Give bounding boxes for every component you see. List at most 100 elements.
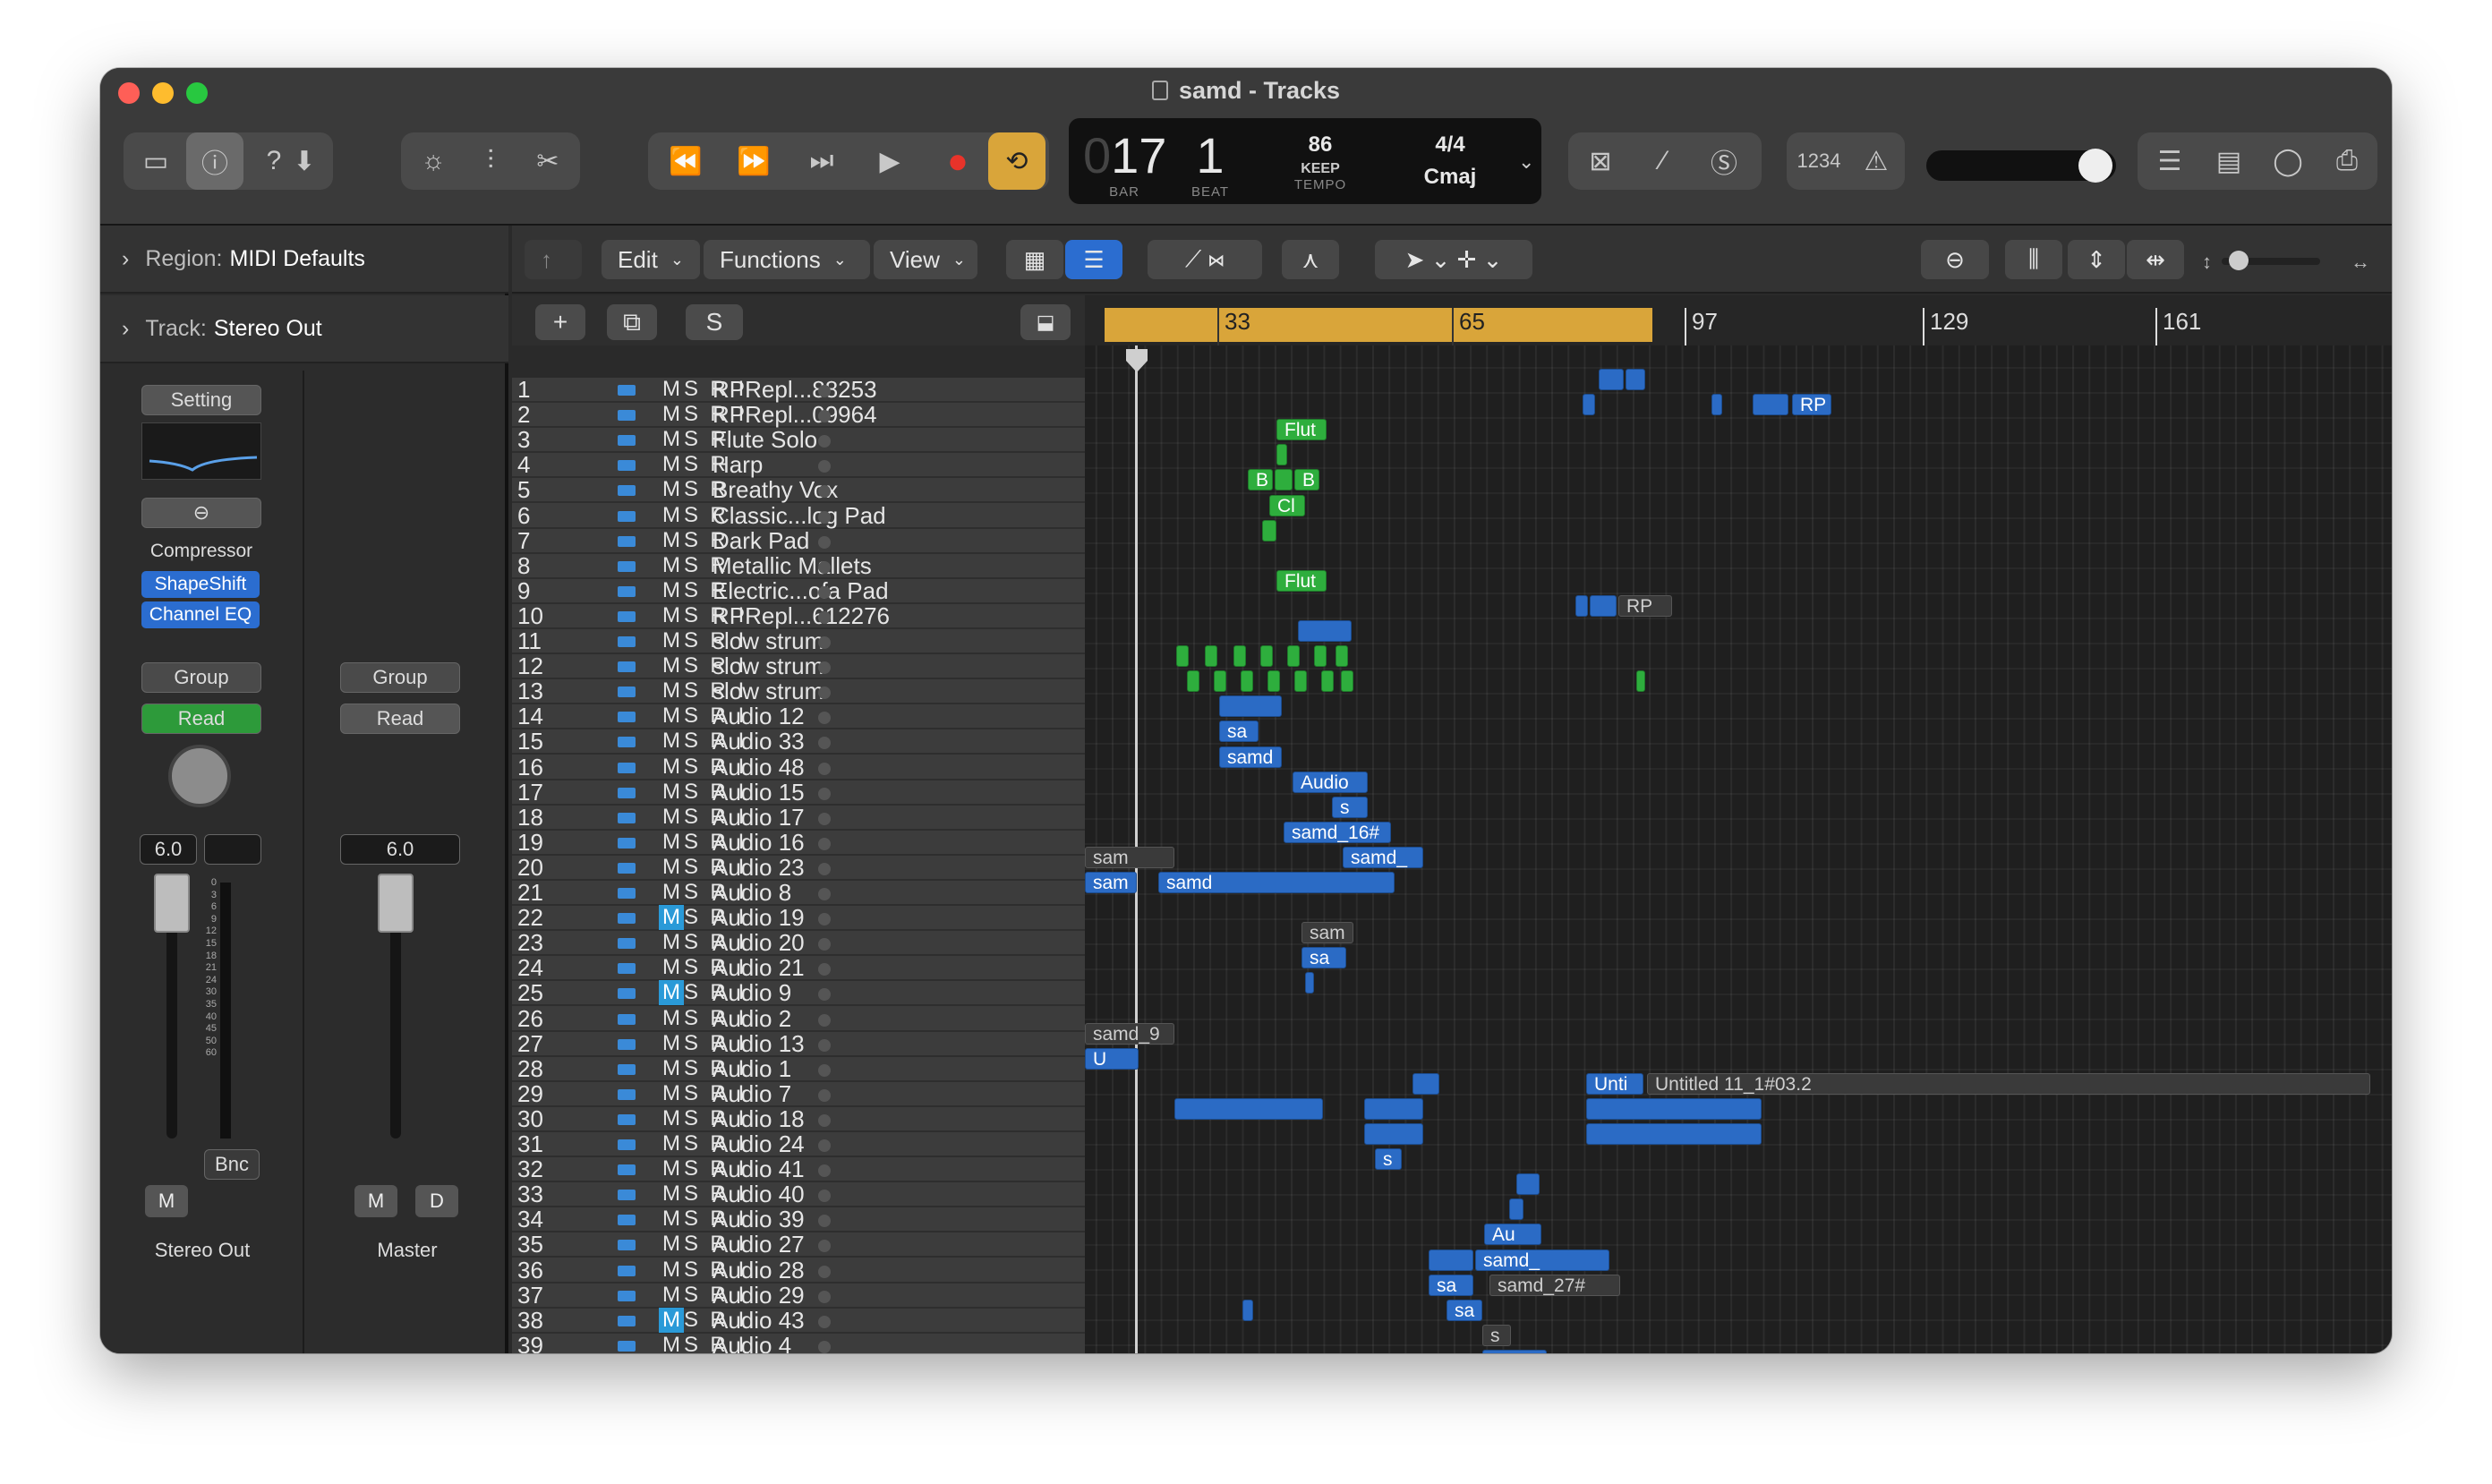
add-track-button[interactable]: + [535,304,585,340]
midi-region[interactable]: Flut [1276,569,1327,592]
audio-region[interactable]: s [1332,796,1368,818]
track-row[interactable]: 16 M S R I Audio 48 [512,755,1085,780]
grid-view-icon[interactable]: ▦ [1006,240,1063,279]
automation-curve-icon[interactable]: ⟋ ⋈ [1148,240,1262,279]
library-icon[interactable]: ▭ [127,132,184,190]
audio-region[interactable] [1626,369,1645,390]
go-to-end-icon[interactable]: ⏭ [793,132,850,190]
automation-mode-button[interactable]: Read [141,704,261,734]
midi-region[interactable] [1260,645,1273,668]
audio-region[interactable] [1711,394,1722,416]
list-editors-icon[interactable]: ☰ [2141,132,2198,190]
mixer-icon[interactable]: ⫶ [462,132,519,190]
solo-button[interactable]: S [678,1232,704,1257]
track-row[interactable]: 25 M S R I Audio 9 [512,980,1085,1007]
midi-region[interactable] [1275,469,1293,491]
audio-region[interactable] [1298,620,1352,642]
audio-region[interactable] [1583,394,1595,416]
audio-region[interactable]: sa [1301,947,1346,969]
audio-region[interactable]: sam [1085,846,1174,868]
arrange-area[interactable]: RP Flut B B Cl Flut RP sa samd Audio s samd_16# sam s… [1085,345,2392,1353]
catch-icon[interactable]: ⊖ [1921,240,1989,279]
midi-region[interactable] [1214,670,1226,693]
inspector-icon[interactable]: ⓘ [186,132,243,190]
audio-region[interactable]: U [1085,1047,1139,1070]
setting-button[interactable]: Setting [141,385,261,415]
bar-ruler[interactable]: 33 65 97 129 161 [1085,295,2392,345]
solo-button[interactable]: S [678,755,704,780]
dim-button[interactable]: D [415,1185,458,1217]
audio-region[interactable]: s [1375,1148,1402,1171]
solo-button[interactable]: S [678,1207,704,1232]
track-row[interactable]: 20 M S R I Audio 23 [512,855,1085,881]
track-row[interactable]: 26 M S R I Audio 2 [512,1006,1085,1032]
flex-icon[interactable]: ⋏ [1282,240,1339,279]
solo-button[interactable]: S [678,729,704,754]
solo-button[interactable]: S [678,704,704,729]
audio-region[interactable] [1516,1173,1540,1196]
chevron-down-icon[interactable]: ⌄ [1518,150,1534,174]
track-row[interactable]: 27 M S R I Audio 13 [512,1031,1085,1057]
catch-track-icon[interactable]: ⬓ [1020,304,1071,340]
solo-button[interactable]: S [678,1131,704,1156]
audio-region[interactable]: samd_27# [1489,1274,1620,1296]
solo-button[interactable]: S [678,528,704,553]
functions-menu[interactable]: Functions ⌄ [704,240,870,279]
audio-region[interactable]: samd [1219,746,1282,768]
toolbar-icon[interactable]: ⬇ [276,132,333,190]
audio-region[interactable] [1590,594,1617,617]
audio-region[interactable]: RP [1618,594,1672,617]
track-row[interactable]: 29 M S R I Audio 7 [512,1081,1085,1107]
list-view-icon[interactable]: ☰ [1065,240,1122,279]
track-row[interactable]: 37 M S R I Audio 29 [512,1283,1085,1309]
track-row[interactable]: 9 M S R Electric...ofa Pad [512,578,1085,604]
midi-region[interactable] [1336,645,1348,668]
audio-region[interactable] [1305,972,1314,994]
audio-region[interactable] [1509,1198,1523,1221]
audio-region[interactable] [1364,1097,1423,1120]
solo-button[interactable]: S [678,503,704,528]
track-row[interactable]: 8 M S R Metallic Mallets [512,553,1085,579]
solo-button[interactable]: S [678,402,704,427]
solo-button[interactable]: S [678,427,704,452]
horizontal-fit-icon[interactable]: ⇹ [2127,240,2184,279]
audio-region[interactable] [1219,695,1282,718]
solo-button[interactable]: S [678,1258,704,1283]
midi-region[interactable]: Flut [1276,419,1327,441]
browser-icon[interactable]: ⎙ [2318,132,2376,190]
volume-fader-cap[interactable] [378,874,414,933]
audio-region[interactable] [1482,1349,1547,1353]
audio-region[interactable]: samd [1158,872,1395,893]
midi-region[interactable] [1314,645,1327,668]
solo-button[interactable]: S [678,955,704,980]
solo-button[interactable]: S [678,603,704,628]
audio-region[interactable]: Au [1484,1224,1541,1246]
midi-region[interactable] [1276,444,1287,466]
count-in-button[interactable]: 1234 [1790,132,1848,190]
cycle-icon[interactable]: ⟲ [988,132,1045,190]
midi-region[interactable] [1294,670,1307,693]
volume-fader-cap[interactable] [154,874,190,933]
play-icon[interactable]: ▶ [861,132,918,190]
track-row[interactable]: 35 M S R I Audio 27 [512,1232,1085,1258]
midi-region[interactable] [1262,519,1276,542]
audio-region[interactable]: RP [1792,394,1831,416]
scissors-icon[interactable]: ✂ [519,132,576,190]
pointer-tool-icon[interactable]: ➤ ⌄ ✛ ⌄ [1375,240,1532,279]
track-row[interactable]: 6 M S R Classic...log Pad [512,503,1085,529]
solo-icon[interactable]: Ⓢ [1695,132,1753,190]
tuner-icon[interactable]: ⁄ [1634,132,1692,190]
solo-button[interactable]: S [678,1283,704,1308]
track-row[interactable]: 22 M S R I Audio 19 [512,905,1085,932]
midi-region[interactable] [1321,670,1334,693]
vertical-zoom-slider[interactable] [2222,251,2320,270]
solo-button[interactable]: S [678,1333,704,1353]
audio-region[interactable]: samd_16# [1284,821,1391,843]
track-row[interactable]: 15 M S R I Audio 33 [512,729,1085,755]
track-inspector-row[interactable]: › Track: Stereo Out [100,295,508,363]
lcd-display[interactable]: 017 BAR 1 BEAT 86 KEEP TEMPO 4/4 Cmaj ⌄ [1069,118,1541,204]
audio-region[interactable]: sam [1301,922,1353,944]
track-row[interactable]: 13 M S R Islow strum [512,678,1085,705]
midi-region[interactable]: Cl [1269,494,1305,516]
audio-region[interactable]: samd_ [1475,1249,1609,1271]
